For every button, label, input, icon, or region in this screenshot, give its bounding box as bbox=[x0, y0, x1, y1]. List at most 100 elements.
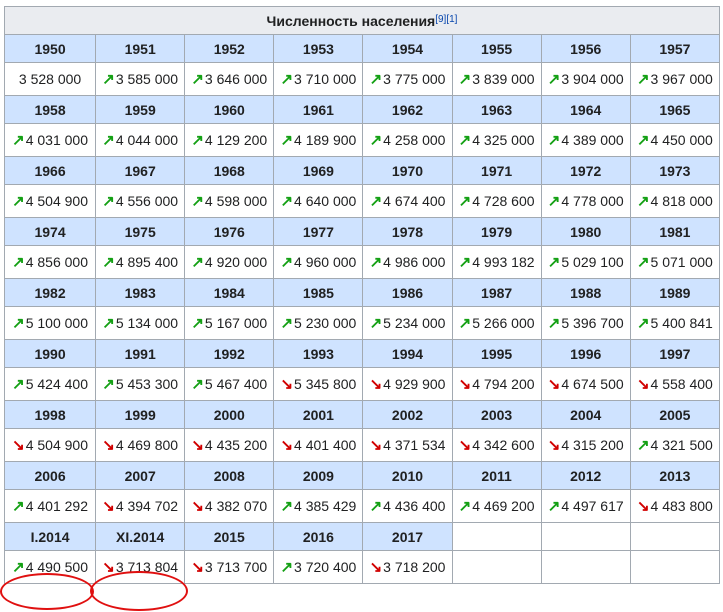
empty-cell bbox=[629, 522, 721, 551]
population-value: 4 674 500 bbox=[561, 376, 624, 392]
decrease-arrow-icon: ↘ bbox=[547, 376, 561, 393]
increase-arrow-icon: ↗ bbox=[102, 193, 115, 210]
population-value: 4 497 617 bbox=[561, 498, 624, 514]
population-value-cell: ↗5 234 000 bbox=[362, 306, 453, 340]
year-cell: 2010 bbox=[362, 461, 453, 490]
population-value: 4 920 000 bbox=[204, 254, 268, 270]
increase-arrow-icon: ↗ bbox=[12, 498, 25, 515]
year-cell: 2002 bbox=[362, 400, 453, 429]
empty-cell bbox=[540, 522, 631, 551]
value-row: ↗4 856 000 ↗4 895 400 ↗4 920 000 ↗4 960 000… bbox=[3, 245, 721, 279]
decrease-arrow-icon: ↘ bbox=[458, 437, 472, 454]
population-value: 4 469 200 bbox=[472, 498, 535, 514]
increase-arrow-icon: ↗ bbox=[636, 254, 650, 271]
population-value: 5 167 000 bbox=[204, 315, 268, 331]
population-value: 3 775 000 bbox=[383, 71, 446, 87]
population-value: 4 778 000 bbox=[561, 193, 624, 209]
population-value-cell: ↗3 904 000 bbox=[540, 62, 631, 96]
year-cell: 1988 bbox=[540, 278, 631, 307]
table-title-text: Численность населения bbox=[266, 12, 436, 29]
year-cell: 1976 bbox=[184, 217, 275, 246]
year-cell: 1967 bbox=[95, 156, 186, 185]
population-value: 3 967 000 bbox=[650, 71, 713, 87]
year-cell: 1978 bbox=[362, 217, 453, 246]
increase-arrow-icon: ↗ bbox=[369, 254, 383, 271]
population-value: 5 424 400 bbox=[25, 376, 88, 392]
year-cell: 1997 bbox=[629, 339, 721, 368]
reference-link-9[interactable]: [9] bbox=[435, 14, 446, 25]
population-value-cell: ↗3 967 000 bbox=[629, 62, 721, 96]
reference-link-1[interactable]: [1] bbox=[446, 14, 457, 25]
population-value: 4 556 000 bbox=[115, 193, 179, 209]
population-value: 4 674 400 bbox=[383, 193, 446, 209]
increase-arrow-icon: ↗ bbox=[369, 132, 383, 149]
year-cell: 2009 bbox=[273, 461, 364, 490]
year-cell: 1977 bbox=[273, 217, 364, 246]
year-cell: 1974 bbox=[3, 217, 97, 246]
population-value: 5 134 000 bbox=[115, 315, 179, 331]
population-value-cell: ↗4 556 000 bbox=[95, 184, 186, 218]
population-value-cell: ↗4 436 400 bbox=[362, 489, 453, 523]
increase-arrow-icon: ↗ bbox=[191, 315, 204, 332]
value-row: 3 528 000 ↗3 585 000 ↗3 646 000 ↗3 710 000 ↗… bbox=[3, 62, 721, 96]
population-value: 4 129 200 bbox=[204, 132, 268, 148]
value-row: ↘4 504 900 ↘4 469 800 ↘4 435 200 ↘4 401 400… bbox=[3, 428, 721, 462]
decrease-arrow-icon: ↘ bbox=[369, 559, 383, 576]
population-value: 5 071 000 bbox=[650, 254, 713, 270]
population-value: 5 230 000 bbox=[294, 315, 357, 331]
population-value: 4 960 000 bbox=[294, 254, 357, 270]
population-value: 3 904 000 bbox=[561, 71, 624, 87]
population-value: 4 728 600 bbox=[472, 193, 535, 209]
year-cell: 2013 bbox=[629, 461, 721, 490]
population-value: 4 321 500 bbox=[650, 437, 713, 453]
year-cell: 1999 bbox=[95, 400, 186, 429]
population-value-cell: ↘4 674 500 bbox=[540, 367, 631, 401]
empty-cell bbox=[629, 550, 721, 584]
increase-arrow-icon: ↗ bbox=[102, 254, 115, 271]
increase-arrow-icon: ↗ bbox=[280, 559, 294, 576]
population-value-cell: ↘3 713 804 bbox=[95, 550, 186, 584]
increase-arrow-icon: ↗ bbox=[547, 498, 561, 515]
population-value-cell: ↘4 435 200 bbox=[184, 428, 275, 462]
year-cell: 2000 bbox=[184, 400, 275, 429]
population-value-cell: ↗4 856 000 bbox=[3, 245, 97, 279]
increase-arrow-icon: ↗ bbox=[280, 193, 294, 210]
year-cell: 1964 bbox=[540, 95, 631, 124]
year-cell: 1953 bbox=[273, 34, 364, 63]
population-value-cell: ↗4 189 900 bbox=[273, 123, 364, 157]
population-value: 4 342 600 bbox=[472, 437, 535, 453]
population-value-cell: ↗5 266 000 bbox=[451, 306, 542, 340]
increase-arrow-icon: ↗ bbox=[547, 132, 561, 149]
decrease-arrow-icon: ↘ bbox=[636, 376, 650, 393]
population-value: 4 435 200 bbox=[204, 437, 268, 453]
population-value-cell: ↗5 424 400 bbox=[3, 367, 97, 401]
population-value: 4 993 182 bbox=[472, 254, 535, 270]
population-value-cell: ↗4 674 400 bbox=[362, 184, 453, 218]
year-cell: 1951 bbox=[95, 34, 186, 63]
population-value: 4 450 000 bbox=[650, 132, 713, 148]
population-value-cell: ↗4 778 000 bbox=[540, 184, 631, 218]
population-value-cell: ↗4 986 000 bbox=[362, 245, 453, 279]
year-cell: 2015 bbox=[184, 522, 275, 551]
population-value-cell: ↗5 230 000 bbox=[273, 306, 364, 340]
year-cell: 1960 bbox=[184, 95, 275, 124]
population-value: 4 436 400 bbox=[383, 498, 446, 514]
year-cell: 2003 bbox=[451, 400, 542, 429]
increase-arrow-icon: ↗ bbox=[547, 315, 561, 332]
population-value-cell: ↗3 710 000 bbox=[273, 62, 364, 96]
increase-arrow-icon: ↗ bbox=[369, 193, 383, 210]
year-cell: 1993 bbox=[273, 339, 364, 368]
population-value-cell: ↗4 504 900 bbox=[3, 184, 97, 218]
year-header-row: 1982 1983 1984 1985 1986 1987 1988 1989 bbox=[3, 278, 721, 307]
increase-arrow-icon: ↗ bbox=[636, 437, 650, 454]
population-value-cell: ↘4 394 702 bbox=[95, 489, 186, 523]
decrease-arrow-icon: ↘ bbox=[191, 437, 204, 454]
decrease-arrow-icon: ↘ bbox=[458, 376, 472, 393]
year-cell: 1975 bbox=[95, 217, 186, 246]
year-cell: 2011 bbox=[451, 461, 542, 490]
population-value-cell: ↗4 321 500 bbox=[629, 428, 721, 462]
empty-cell bbox=[451, 522, 542, 551]
decrease-arrow-icon: ↘ bbox=[102, 559, 115, 576]
year-cell: 1971 bbox=[451, 156, 542, 185]
population-value-cell: ↗4 401 292 bbox=[3, 489, 97, 523]
